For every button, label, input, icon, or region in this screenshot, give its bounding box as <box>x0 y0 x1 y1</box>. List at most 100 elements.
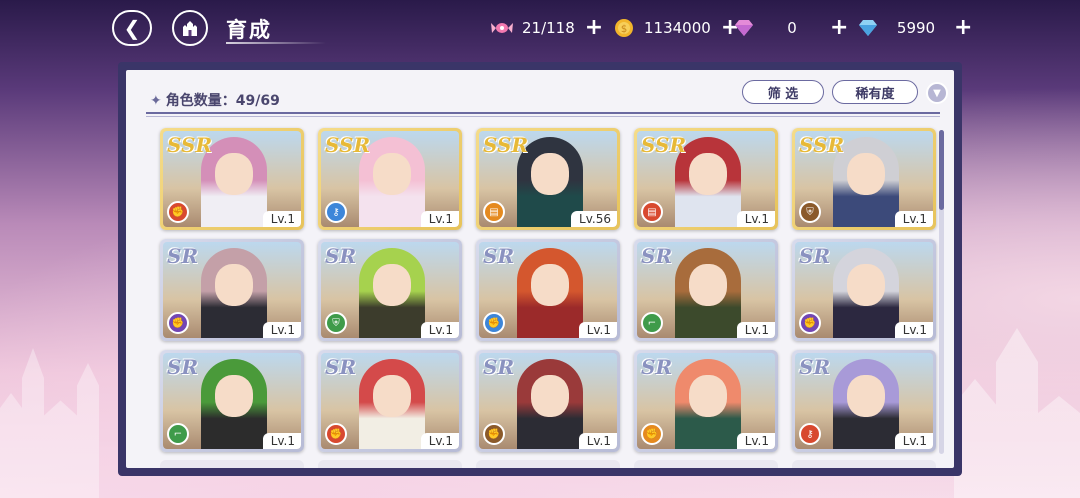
character-card[interactable]: SSR ▤ Lv.56 <box>476 128 620 230</box>
level-label: Lv.1 <box>262 322 301 338</box>
resource-blue-gem: 5990 + <box>856 16 972 40</box>
fist-icon: ✊ <box>799 312 821 334</box>
coin-value: 1134000 <box>644 19 711 37</box>
sort-order-button[interactable]: ▼ <box>926 82 948 104</box>
rarity-badge: SR <box>641 355 673 379</box>
character-card[interactable]: SR ✊ Lv.1 <box>160 239 304 341</box>
level-label: Lv.1 <box>420 211 459 227</box>
rarity-badge: SSR <box>167 133 213 157</box>
level-label: Lv.1 <box>262 433 301 449</box>
rarity-badge: SR <box>167 355 199 379</box>
character-face <box>847 375 885 417</box>
character-card[interactable]: SSR ⛨ Lv.1 <box>792 128 936 230</box>
resource-pink-gem: 0 + <box>732 16 848 40</box>
rarity-badge: SR <box>325 355 357 379</box>
character-card[interactable]: SR ✊ Lv.1 <box>476 239 620 341</box>
rarity-badge: SR <box>799 355 831 379</box>
resource-candy: 21/118 + <box>490 16 603 40</box>
character-face <box>215 375 253 417</box>
back-button[interactable]: ❮ <box>112 10 152 46</box>
rarity-badge: SR <box>167 244 199 268</box>
level-label: Lv.1 <box>262 211 301 227</box>
character-card[interactable]: SSR ▤ Lv.1 <box>634 128 778 230</box>
key-icon: ⚷ <box>799 423 821 445</box>
fist-icon: ✊ <box>167 201 189 223</box>
level-label: Lv.1 <box>736 211 775 227</box>
boot-icon: ⌐ <box>641 312 663 334</box>
key-icon: ⚷ <box>325 201 347 223</box>
character-face <box>531 375 569 417</box>
rarity-badge: SSR <box>641 133 687 157</box>
character-art: SSR ▤ Lv.56 <box>479 131 617 227</box>
character-face <box>689 264 727 306</box>
character-art: SR ✊ Lv.1 <box>321 353 459 449</box>
add-pink-gem-button[interactable]: + <box>830 17 848 39</box>
filter-button[interactable]: 筛 选 <box>742 80 824 104</box>
level-label: Lv.1 <box>578 433 617 449</box>
character-card[interactable]: SSR ⚷ Lv.1 <box>318 128 462 230</box>
svg-text:$: $ <box>621 24 627 35</box>
character-card[interactable]: SR ✊ Lv.1 <box>634 350 778 452</box>
level-label: Lv.1 <box>736 322 775 338</box>
character-art: SSR ▤ Lv.1 <box>637 131 775 227</box>
character-card[interactable]: SR ✊ Lv.1 <box>318 350 462 452</box>
level-label: Lv.1 <box>420 433 459 449</box>
rarity-badge: SR <box>325 244 357 268</box>
character-panel: ✦ 角色数量：49/69 筛 选 稀有度 ▼ SSR ✊ Lv.1 SSR ⚷ Lv.1 SS… <box>118 62 962 476</box>
fist-icon: ✊ <box>483 423 505 445</box>
rarity-sort-button[interactable]: 稀有度 <box>832 80 918 104</box>
character-face <box>215 264 253 306</box>
character-card[interactable]: SR ⚷ Lv.1 <box>792 350 936 452</box>
pink-gem-icon <box>732 16 756 40</box>
add-candy-button[interactable]: + <box>585 17 603 39</box>
divider <box>146 112 940 114</box>
book-icon: ▤ <box>483 201 505 223</box>
card-partial <box>792 460 936 468</box>
character-art: SR ✊ Lv.1 <box>637 353 775 449</box>
character-face <box>373 375 411 417</box>
character-face <box>373 264 411 306</box>
rarity-badge: SSR <box>799 133 845 157</box>
character-art: SSR ⛨ Lv.1 <box>795 131 933 227</box>
character-face <box>689 153 727 195</box>
home-button[interactable] <box>172 10 208 46</box>
card-partial <box>318 460 462 468</box>
character-art: SR ⌐ Lv.1 <box>637 242 775 338</box>
scrollbar-thumb[interactable] <box>939 130 944 210</box>
candy-value: 21/118 <box>522 19 575 37</box>
character-card[interactable]: SR ✊ Lv.1 <box>476 350 620 452</box>
scrollbar[interactable] <box>939 130 944 454</box>
add-blue-gem-button[interactable]: + <box>954 17 972 39</box>
character-card[interactable]: SR ⌐ Lv.1 <box>160 350 304 452</box>
character-art: SSR ✊ Lv.1 <box>163 131 301 227</box>
top-bar: ❮ 育成 21/118 + $ 1134000 + 0 + 5990 + <box>0 0 1080 60</box>
character-art: SR ✊ Lv.1 <box>479 353 617 449</box>
pink-gem-value: 0 <box>787 19 797 37</box>
character-face <box>847 264 885 306</box>
rarity-badge: SSR <box>325 133 371 157</box>
character-card[interactable]: SR ✊ Lv.1 <box>792 239 936 341</box>
character-face <box>847 153 885 195</box>
level-label: Lv.1 <box>894 322 933 338</box>
chevron-down-icon: ▼ <box>933 87 941 99</box>
character-card[interactable]: SSR ✊ Lv.1 <box>160 128 304 230</box>
character-art: SR ⌐ Lv.1 <box>163 353 301 449</box>
character-count: ✦ 角色数量：49/69 <box>150 90 280 110</box>
character-card[interactable]: SR ⛨ Lv.1 <box>318 239 462 341</box>
character-art: SR ⚷ Lv.1 <box>795 353 933 449</box>
character-card[interactable]: SR ⌐ Lv.1 <box>634 239 778 341</box>
fist-icon: ✊ <box>167 312 189 334</box>
divider-thin <box>146 116 940 117</box>
title-underline <box>226 42 326 44</box>
fist-icon: ✊ <box>325 423 347 445</box>
level-label: Lv.1 <box>578 322 617 338</box>
character-face <box>531 153 569 195</box>
card-partial <box>160 460 304 468</box>
shield-icon: ⛨ <box>325 312 347 334</box>
blue-gem-icon <box>856 16 880 40</box>
page-title: 育成 <box>226 18 272 42</box>
blue-gem-value: 5990 <box>896 19 936 37</box>
shield-icon: ⛨ <box>799 201 821 223</box>
book-icon: ▤ <box>641 201 663 223</box>
card-partial <box>476 460 620 468</box>
